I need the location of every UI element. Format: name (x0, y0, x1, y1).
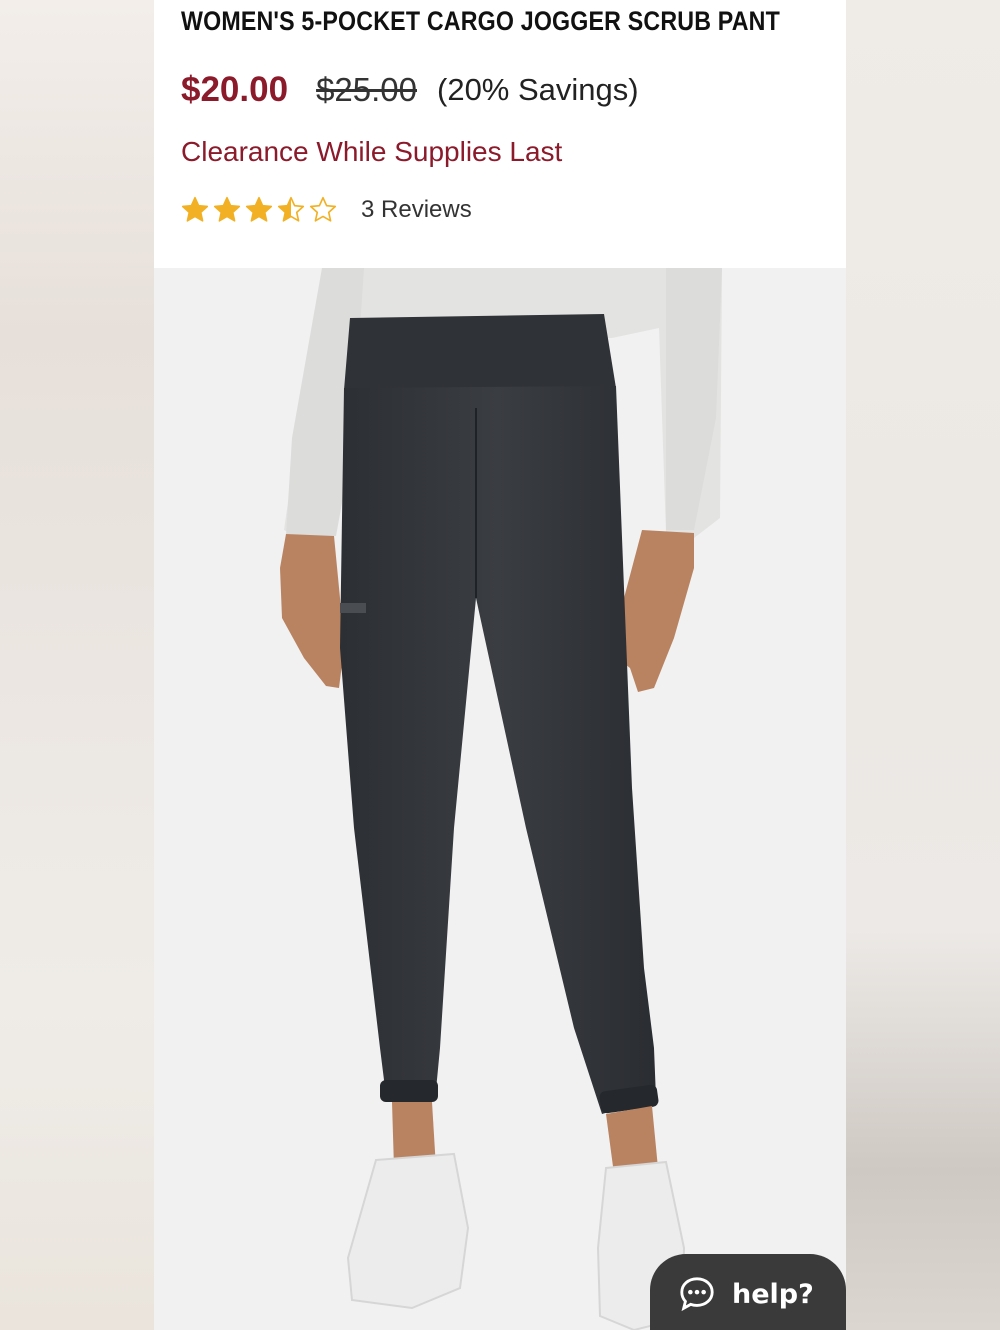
product-panel: WOMEN'S 5-POCKET CARGO JOGGER SCRUB PANT… (154, 0, 846, 1330)
background-blur-left (0, 0, 154, 1330)
star-empty-icon (309, 196, 337, 222)
rating-row[interactable]: 3 Reviews (181, 196, 472, 224)
clearance-notice: Clearance While Supplies Last (181, 136, 563, 167)
help-chat-button[interactable]: help? (650, 1254, 846, 1330)
star-full-icon (213, 196, 241, 222)
star-rating[interactable] (181, 196, 341, 224)
chat-bubble-icon (680, 1277, 714, 1312)
savings-text: (20% Savings) (437, 72, 639, 107)
star-half-icon (277, 196, 305, 222)
product-image[interactable] (154, 268, 846, 1330)
star-full-icon (181, 196, 209, 222)
product-title: WOMEN'S 5-POCKET CARGO JOGGER SCRUB PANT (181, 6, 780, 36)
original-price: $25.00 (316, 71, 417, 108)
background-blur-right (846, 0, 1000, 1330)
star-full-icon (245, 196, 273, 222)
reviews-link[interactable]: 3 Reviews (361, 196, 472, 224)
price-row: $20.00 $25.00 (20% Savings) (181, 68, 639, 112)
help-label: help? (732, 1278, 814, 1310)
current-price: $20.00 (181, 70, 289, 109)
product-header: WOMEN'S 5-POCKET CARGO JOGGER SCRUB PANT… (154, 0, 846, 268)
